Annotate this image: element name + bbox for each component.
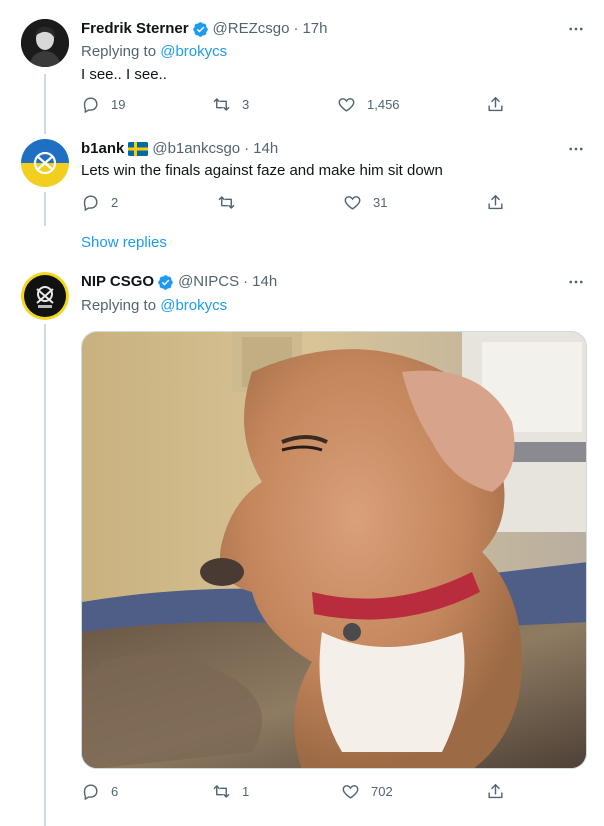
reply-icon [83,195,98,212]
avatar[interactable] [21,272,69,320]
like-icon [344,196,361,210]
share-icon [488,784,503,799]
retweet-icon [213,98,230,111]
sweden-flag-icon [128,142,149,156]
share-button[interactable] [486,782,505,801]
mention-link[interactable]: @brokycs [160,43,227,60]
timestamp[interactable]: 17h [302,19,327,39]
tweet-media-image[interactable] [81,331,587,769]
timestamp[interactable]: 14h [253,139,278,159]
reply-button[interactable]: 6 [81,782,118,801]
like-icon [338,98,355,112]
separator: · [243,273,249,290]
share-icon [488,97,503,112]
author-name[interactable]: NIP CSGO [81,272,154,292]
retweet-icon [218,196,235,209]
show-replies-link[interactable]: Show replies [81,233,167,253]
tweet-actions: 6 1 702 [81,782,521,804]
like-count: 702 [371,784,393,799]
reply-icon [83,784,98,801]
separator: · [244,140,250,157]
reply-count: 2 [111,195,119,210]
tweet-text: Lets win the finals against faze and mak… [81,162,443,179]
retweet-button[interactable]: 1 [212,782,249,801]
retweet-button[interactable] [217,193,247,212]
tweet-actions: 2 31 [81,193,521,215]
like-button[interactable]: 1,456 [337,95,400,114]
author-handle[interactable]: @NIPCS [178,272,239,292]
reply-count: 6 [111,784,119,799]
tweet[interactable]: Fredrik Sterner @REZcsgo · 17h Replying … [0,0,604,126]
tweet-actions: 19 3 1,456 [81,95,521,117]
retweet-button[interactable]: 3 [212,95,249,114]
reply-count: 19 [111,97,126,112]
avatar[interactable] [21,19,69,67]
replying-prefix: Replying to [81,43,157,60]
reply-button[interactable]: 2 [81,193,118,212]
more-icon[interactable] [566,19,586,39]
more-icon[interactable] [566,272,586,292]
retweet-icon [213,785,230,798]
like-icon [342,785,359,799]
like-count: 1,456 [367,97,400,112]
mention-link[interactable]: @brokycs [160,297,227,314]
author-name[interactable]: b1ank [81,139,124,159]
more-icon[interactable] [566,139,586,159]
share-icon [488,195,503,210]
retweet-count: 1 [242,784,250,799]
tweet[interactable]: b1ank @b1ankcsgo · 14h Lets win the fina… [0,126,604,226]
share-button[interactable] [486,193,505,212]
separator: · [293,20,299,37]
like-button[interactable]: 702 [341,782,393,801]
reply-icon [83,97,98,114]
replying-to: Replying to @brokycs [81,42,227,62]
retweet-count: 3 [242,97,250,112]
author-name[interactable]: Fredrik Sterner [81,19,189,39]
replying-prefix: Replying to [81,297,157,314]
tweet-text: I see.. I see.. [81,66,167,83]
verified-icon [157,274,174,291]
author-handle[interactable]: @REZcsgo [213,19,290,39]
author-handle[interactable]: @b1ankcsgo [152,139,240,159]
like-button[interactable]: 31 [343,193,387,212]
like-count: 31 [373,195,388,210]
share-button[interactable] [486,95,505,114]
replying-to: Replying to @brokycs [81,296,227,316]
verified-icon [192,21,209,38]
timestamp[interactable]: 14h [252,272,277,292]
avatar[interactable] [21,139,69,187]
dog-photo [82,332,586,768]
reply-button[interactable]: 19 [81,95,125,114]
